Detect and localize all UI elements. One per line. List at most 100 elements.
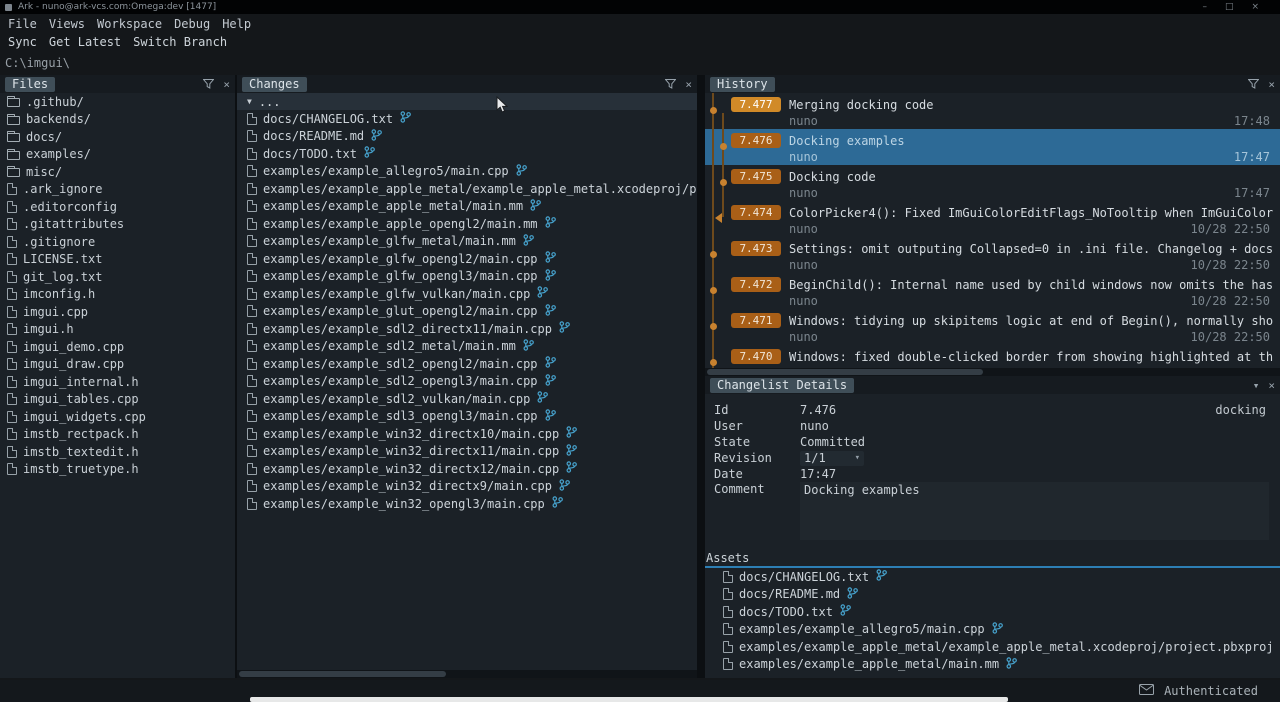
details-panel-title[interactable]: Changelist Details [710,378,854,393]
change-row[interactable]: examples/example_glfw_metal/main.mm [237,233,697,251]
asset-row[interactable]: examples/example_allegro5/main.cpp [705,621,1280,639]
menu-item[interactable]: Debug [174,17,210,31]
menu-item[interactable]: Views [49,17,85,31]
change-row[interactable]: examples/example_sdl2_opengl2/main.cpp [237,355,697,373]
change-row[interactable]: docs/CHANGELOG.txt [237,110,697,128]
change-row[interactable]: examples/example_sdl2_opengl3/main.cpp [237,373,697,391]
close-icon[interactable]: × [1268,79,1275,90]
tree-row[interactable]: .ark_ignore [0,181,235,199]
filter-icon[interactable] [1248,79,1259,89]
change-row[interactable]: examples/example_win32_directx9/main.cpp [237,478,697,496]
change-row[interactable]: examples/example_glfw_vulkan/main.cpp [237,285,697,303]
history-panel-title[interactable]: History [710,77,775,92]
chevron-down-icon[interactable]: ▾ [1253,380,1260,391]
change-row[interactable]: examples/example_win32_opengl3/main.cpp [237,495,697,513]
history-row[interactable]: 7.476 Docking examples nuno 17:47 [705,129,1280,165]
tree-row[interactable]: examples/ [0,146,235,164]
tree-row[interactable]: imstb_truetype.h [0,461,235,479]
tree-row[interactable]: .editorconfig [0,198,235,216]
files-panel-title[interactable]: Files [5,77,55,92]
close-icon[interactable]: × [685,79,692,90]
change-row[interactable]: examples/example_sdl2_vulkan/main.cpp [237,390,697,408]
revision-dropdown[interactable]: 1/1 ▾ [800,451,864,466]
toolbar-button[interactable]: Get Latest [49,35,121,49]
tree-row[interactable]: imgui_demo.cpp [0,338,235,356]
revision-badge: 7.475 [731,169,781,184]
history-row[interactable]: 7.477 Merging docking code nuno 17:48 [705,93,1280,129]
commit-time: 10/28 22:50 [1191,222,1274,236]
history-row[interactable]: 7.473 Settings: omit outputing Collapsed… [705,237,1280,273]
tree-row[interactable]: .github/ [0,93,235,111]
change-row[interactable]: examples/example_glfw_opengl3/main.cpp [237,268,697,286]
toolbar-button[interactable]: Switch Branch [133,35,227,49]
change-row[interactable]: examples/example_win32_directx11/main.cp… [237,443,697,461]
close-icon[interactable]: × [223,79,230,90]
history-row[interactable]: 7.471 Windows: tidying up skipitems logi… [705,309,1280,345]
horizontal-scrollbar[interactable] [237,670,697,678]
expander-icon[interactable]: ▼ [247,97,252,106]
change-row[interactable]: examples/example_win32_directx10/main.cp… [237,425,697,443]
history-row[interactable]: 7.470 Windows: fixed double-clicked bord… [705,345,1280,368]
branch-icon [364,146,375,161]
maximize-button[interactable]: □ [1225,2,1234,12]
filter-icon[interactable] [203,79,214,89]
menu-item[interactable]: Help [222,17,251,31]
files-tree: .github/ backends/ docs/ examples/ [0,93,235,678]
change-row[interactable]: examples/example_apple_metal/example_app… [237,180,697,198]
tree-row[interactable]: misc/ [0,163,235,181]
history-row[interactable]: 7.472 BeginChild(): Internal name used b… [705,273,1280,309]
tree-row[interactable]: imgui_tables.cpp [0,391,235,409]
history-row[interactable]: 7.475 Docking code nuno 17:47 [705,165,1280,201]
tree-row[interactable]: LICENSE.txt [0,251,235,269]
menu-item[interactable]: Workspace [97,17,162,31]
tree-row[interactable]: git_log.txt [0,268,235,286]
tree-row[interactable]: imgui_internal.h [0,373,235,391]
tree-row[interactable]: docs/ [0,128,235,146]
tree-row[interactable]: .gitattributes [0,216,235,234]
change-row[interactable]: examples/example_sdl2_directx11/main.cpp [237,320,697,338]
changes-panel-title[interactable]: Changes [242,77,307,92]
change-row[interactable]: examples/example_glfw_opengl2/main.cpp [237,250,697,268]
change-row[interactable]: examples/example_apple_opengl2/main.mm [237,215,697,233]
history-row[interactable]: 7.474 ColorPicker4(): Fixed ImGuiColorEd… [705,201,1280,237]
change-row[interactable]: docs/README.md [237,128,697,146]
scrollbar-thumb[interactable] [239,671,446,677]
asset-row[interactable]: docs/TODO.txt [705,603,1280,621]
asset-row[interactable]: docs/README.md [705,586,1280,604]
changes-root-row[interactable]: ▼ ... [237,93,697,110]
close-icon[interactable]: × [1268,380,1275,391]
commit-dot [710,323,717,330]
tree-row[interactable]: imgui.cpp [0,303,235,321]
window-close-button[interactable]: × [1251,2,1259,12]
comment-box[interactable]: Docking examples [800,482,1269,540]
minimize-button[interactable]: – [1202,2,1207,12]
commit-title: BeginChild(): Internal name used by chil… [789,278,1273,292]
toolbar-button[interactable]: Sync [8,35,37,49]
commit-author: nuno [789,294,818,308]
change-row[interactable]: docs/TODO.txt [237,145,697,163]
change-row[interactable]: examples/example_win32_directx12/main.cp… [237,460,697,478]
tree-row[interactable]: imgui.h [0,321,235,339]
asset-row[interactable]: examples/example_apple_metal/example_app… [705,638,1280,656]
tree-row[interactable]: .gitignore [0,233,235,251]
change-row[interactable]: examples/example_apple_metal/main.mm [237,198,697,216]
asset-row[interactable]: examples/example_apple_metal/main.mm [705,656,1280,674]
tree-row[interactable]: imgui_widgets.cpp [0,408,235,426]
change-row[interactable]: examples/example_glut_opengl2/main.cpp [237,303,697,321]
change-row[interactable]: examples/example_allegro5/main.cpp [237,163,697,181]
horizontal-scrollbar[interactable] [705,368,1280,376]
filter-icon[interactable] [665,79,676,89]
tree-row[interactable]: imstb_textedit.h [0,443,235,461]
tree-row[interactable]: imconfig.h [0,286,235,304]
file-icon [247,183,257,195]
branch-icon [545,251,556,266]
scrollbar-thumb[interactable] [707,369,983,375]
change-file-name: examples/example_glut_opengl2/main.cpp [263,304,538,318]
tree-row[interactable]: backends/ [0,111,235,129]
asset-row[interactable]: docs/CHANGELOG.txt [705,568,1280,586]
change-row[interactable]: examples/example_sdl2_metal/main.mm [237,338,697,356]
tree-row[interactable]: imstb_rectpack.h [0,426,235,444]
menu-item[interactable]: File [8,17,37,31]
tree-row[interactable]: imgui_draw.cpp [0,356,235,374]
change-row[interactable]: examples/example_sdl3_opengl3/main.cpp [237,408,697,426]
